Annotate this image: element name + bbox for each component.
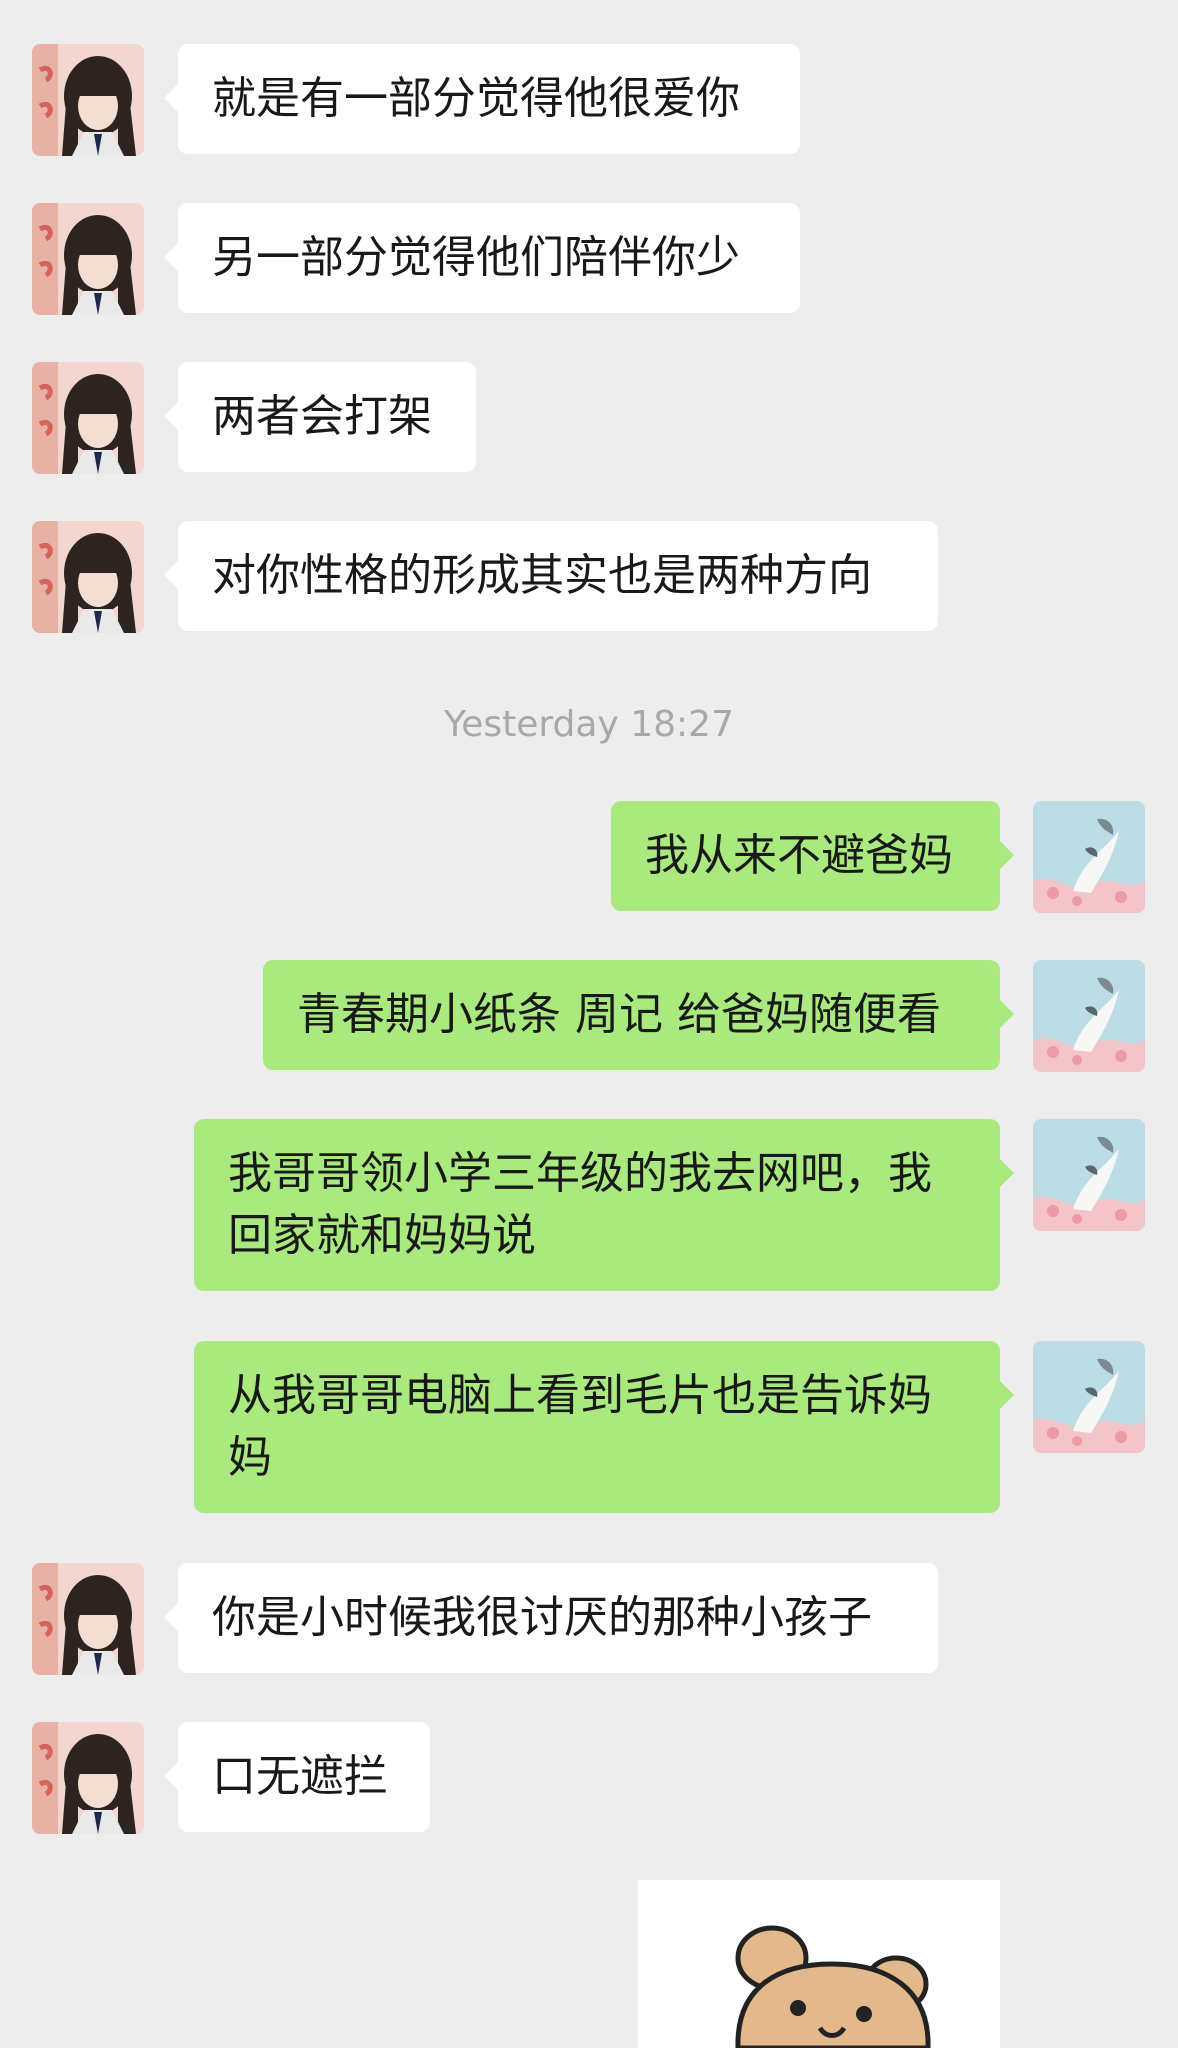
bear-sticker-icon <box>735 1925 931 2048</box>
contact-avatar[interactable] <box>32 203 144 315</box>
outgoing-message-bubble[interactable]: 我从来不避爸妈 <box>611 801 1014 911</box>
incoming-message-bubble[interactable]: 你是小时候我很讨厌的那种小孩子 <box>164 1563 938 1673</box>
outgoing-message-bubble[interactable]: 我哥哥领小学三年级的我去网吧，我回家就和妈妈说 <box>194 1119 1014 1291</box>
own-avatar[interactable] <box>1033 1341 1145 1453</box>
sticker-message[interactable] <box>638 1880 1000 2048</box>
own-avatar[interactable] <box>1033 1119 1145 1231</box>
outgoing-message-bubble[interactable]: 青春期小纸条 周记 给爸妈随便看 <box>263 960 1014 1070</box>
own-avatar[interactable] <box>1033 801 1145 913</box>
chat-timestamp: Yesterday 18:27 <box>444 704 734 745</box>
contact-avatar[interactable] <box>32 362 144 474</box>
contact-avatar[interactable] <box>32 521 144 633</box>
outgoing-message-bubble[interactable]: 从我哥哥电脑上看到毛片也是告诉妈妈 <box>194 1341 1014 1513</box>
contact-avatar[interactable] <box>32 44 144 156</box>
incoming-message-bubble[interactable]: 就是有一部分觉得他很爱你 <box>164 44 800 154</box>
incoming-message-bubble[interactable]: 对你性格的形成其实也是两种方向 <box>164 521 938 631</box>
own-avatar[interactable] <box>1033 960 1145 1072</box>
contact-avatar[interactable] <box>32 1563 144 1675</box>
incoming-message-bubble[interactable]: 另一部分觉得他们陪伴你少 <box>164 203 800 313</box>
incoming-message-bubble[interactable]: 口无遮拦 <box>164 1722 430 1832</box>
contact-avatar[interactable] <box>32 1722 144 1834</box>
incoming-message-bubble[interactable]: 两者会打架 <box>164 362 476 472</box>
